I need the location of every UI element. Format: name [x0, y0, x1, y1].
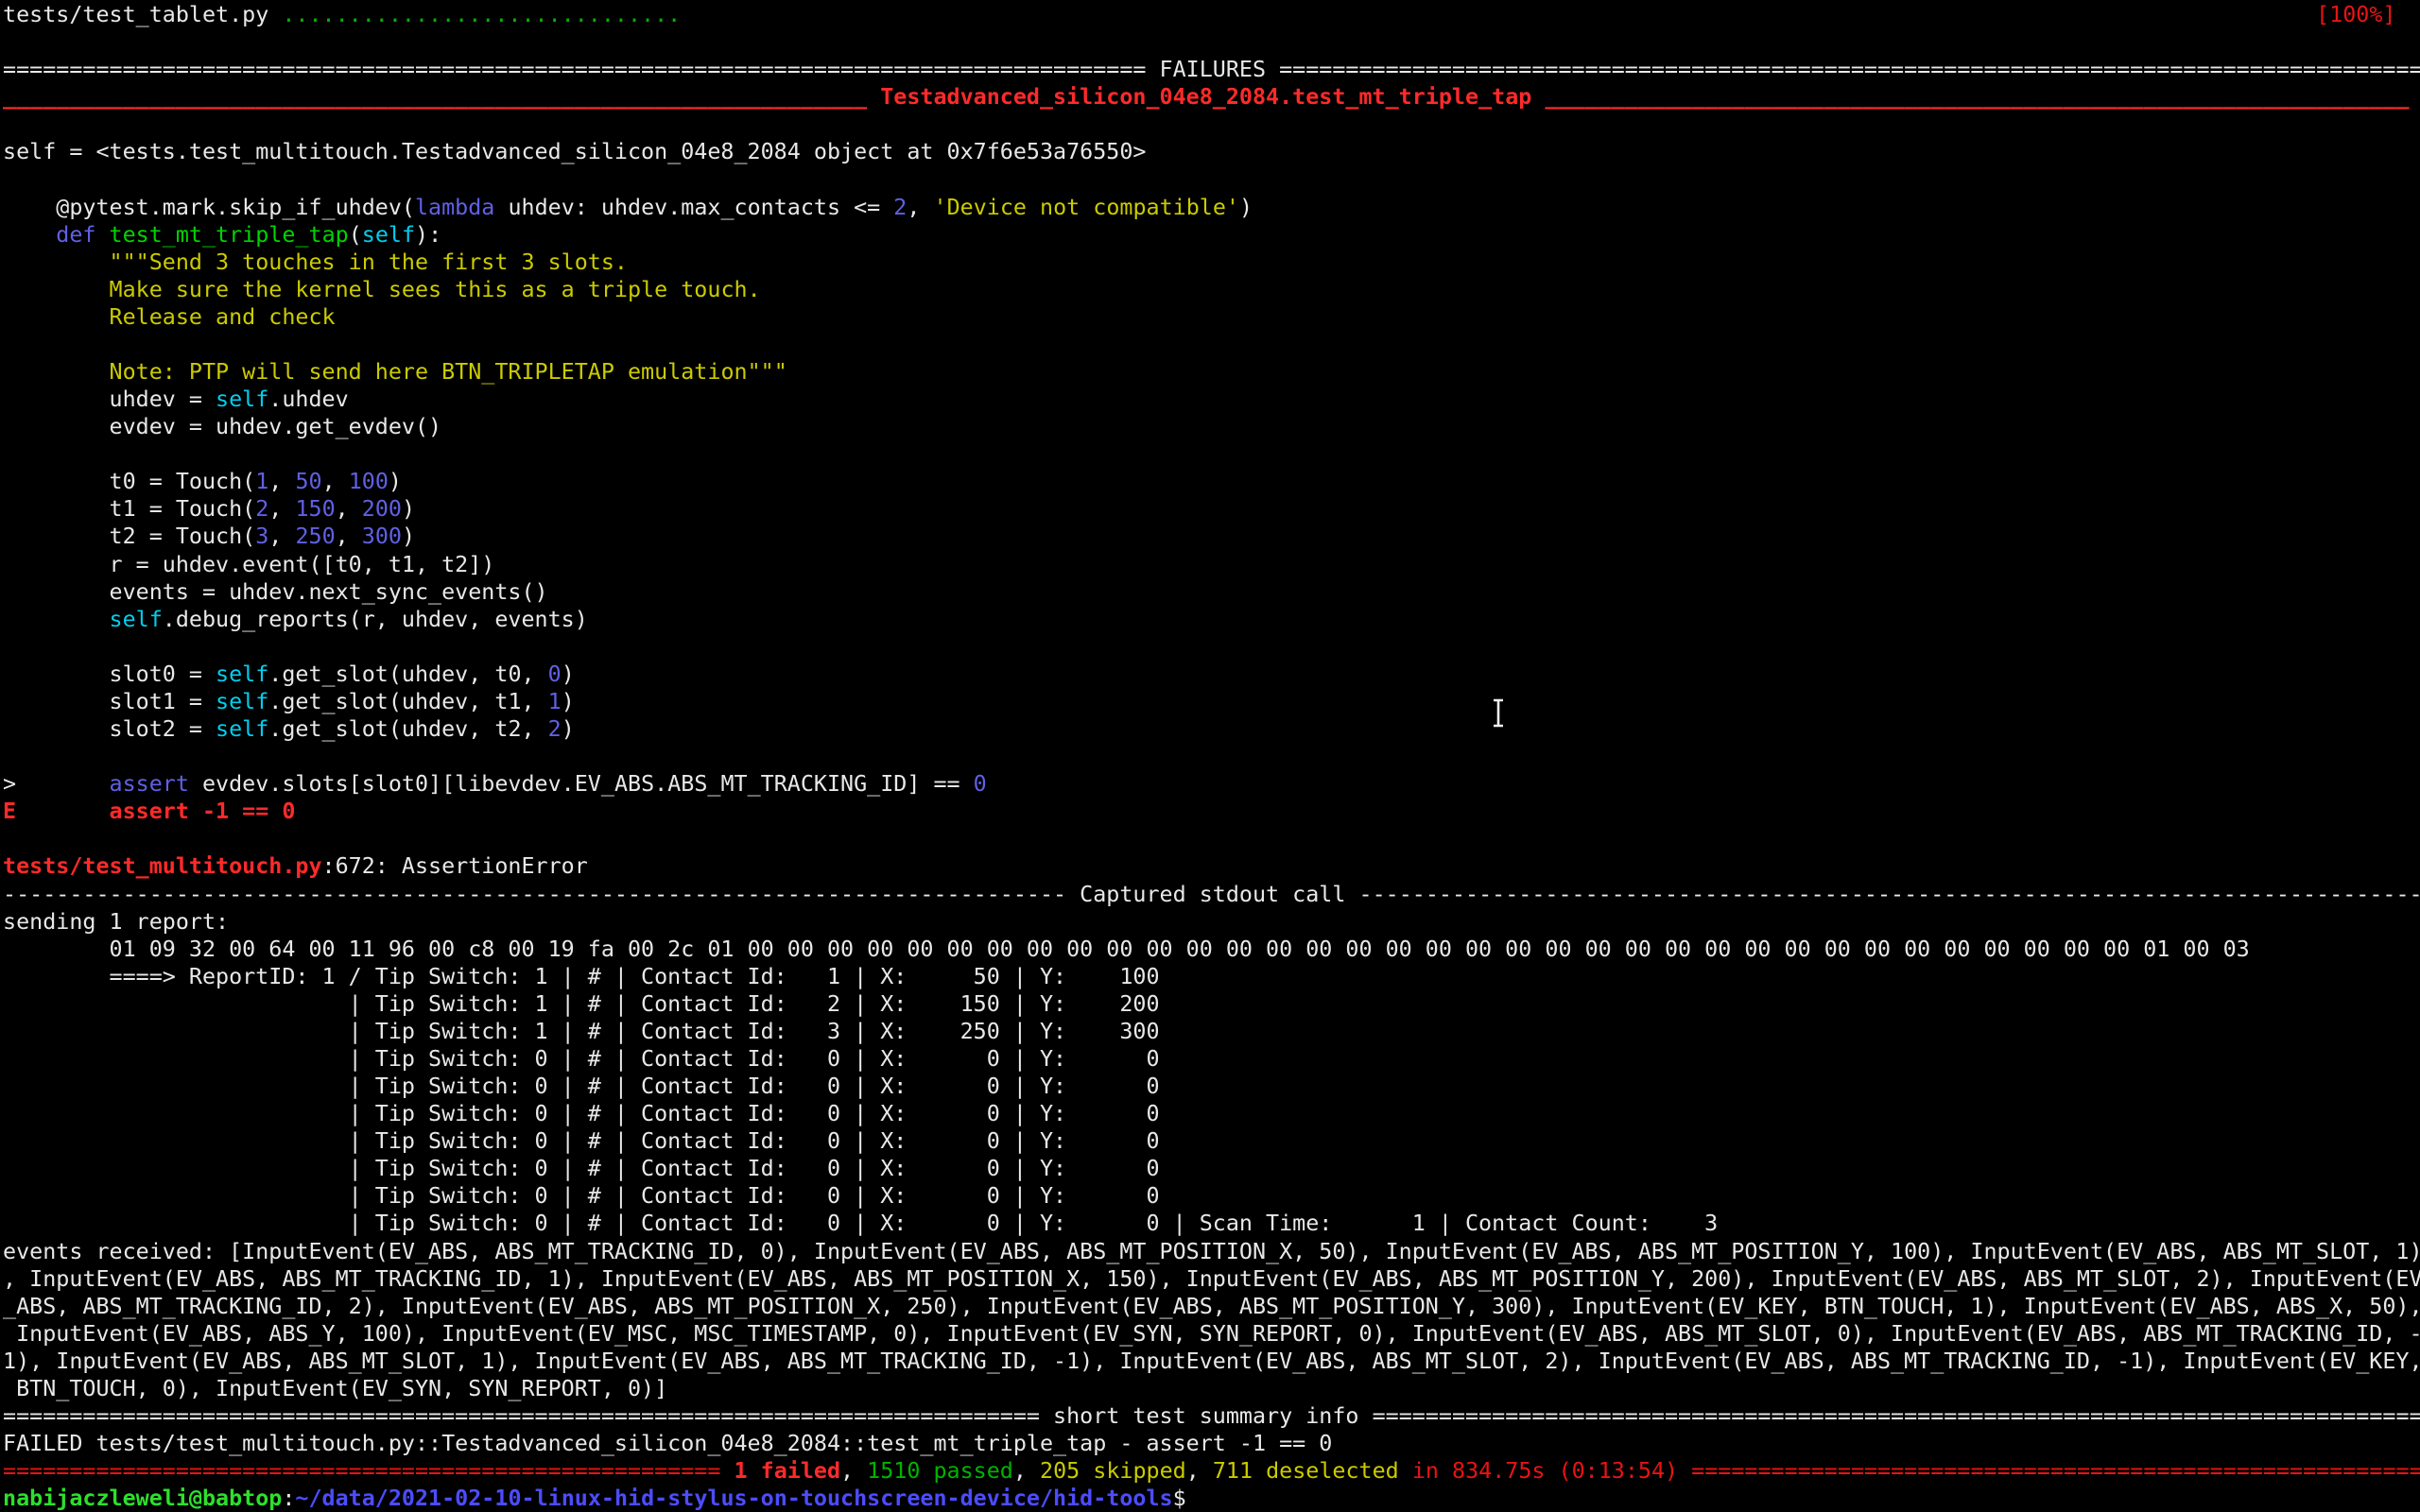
terminal-line: | Tip Switch: 0 | # | Contact Id: 0 | X:…: [3, 1127, 2420, 1155]
terminal-line: | Tip Switch: 0 | # | Contact Id: 0 | X:…: [3, 1073, 2420, 1100]
terminal-line: Note: PTP will send here BTN_TRIPLETAP e…: [3, 358, 2420, 386]
terminal-line: ========================================…: [3, 1457, 2420, 1485]
terminal-line: @pytest.mark.skip_if_uhdev(lambda uhdev:…: [3, 194, 2420, 221]
terminal-line: FAILED tests/test_multitouch.py::Testadv…: [3, 1430, 2420, 1457]
terminal-line: > assert evdev.slots[slot0][libevdev.EV_…: [3, 770, 2420, 798]
terminal-line: [3, 633, 2420, 661]
terminal-line: 01 09 32 00 64 00 11 96 00 c8 00 19 fa 0…: [3, 936, 2420, 963]
terminal-line: events = uhdev.next_sync_events(): [3, 578, 2420, 606]
terminal-line: | Tip Switch: 0 | # | Contact Id: 0 | X:…: [3, 1155, 2420, 1182]
terminal-line: r = uhdev.event([t0, t1, t2]): [3, 551, 2420, 578]
terminal-line: | Tip Switch: 0 | # | Contact Id: 0 | X:…: [3, 1045, 2420, 1073]
terminal-line: BTN_TOUCH, 0), InputEvent(EV_SYN, SYN_RE…: [3, 1375, 2420, 1402]
terminal-line: , InputEvent(EV_ABS, ABS_MT_TRACKING_ID,…: [3, 1265, 2420, 1293]
terminal-line: slot2 = self.get_slot(uhdev, t2, 2): [3, 715, 2420, 743]
terminal-line: | Tip Switch: 1 | # | Contact Id: 3 | X:…: [3, 1018, 2420, 1045]
terminal-line: | Tip Switch: 0 | # | Contact Id: 0 | X:…: [3, 1100, 2420, 1127]
terminal-line: events received: [InputEvent(EV_ABS, ABS…: [3, 1238, 2420, 1265]
terminal-line: ========================================…: [3, 56, 2420, 83]
terminal-line: [3, 111, 2420, 138]
terminal-line: [3, 165, 2420, 193]
terminal-line: [3, 440, 2420, 468]
terminal-line: | Tip Switch: 0 | # | Contact Id: 0 | X:…: [3, 1182, 2420, 1210]
terminal-line: ====> ReportID: 1 / Tip Switch: 1 | # | …: [3, 963, 2420, 990]
terminal-line: Make sure the kernel sees this as a trip…: [3, 276, 2420, 303]
ibeam-text-cursor-icon: [1490, 698, 1507, 728]
terminal-line: slot1 = self.get_slot(uhdev, t1, 1): [3, 688, 2420, 715]
terminal-line: tests/test_multitouch.py:672: AssertionE…: [3, 852, 2420, 880]
terminal-line: self.debug_reports(r, uhdev, events): [3, 606, 2420, 633]
terminal-line: nabijaczleweli@babtop:~/data/2021-02-10-…: [3, 1485, 2420, 1512]
terminal-line: InputEvent(EV_ABS, ABS_Y, 100), InputEve…: [3, 1320, 2420, 1348]
terminal-line: [3, 743, 2420, 770]
terminal-line: ----------------------------------------…: [3, 881, 2420, 908]
terminal-line: ========================================…: [3, 1402, 2420, 1430]
terminal-line: slot0 = self.get_slot(uhdev, t0, 0): [3, 661, 2420, 688]
terminal-line: [3, 825, 2420, 852]
terminal-line: evdev = uhdev.get_evdev(): [3, 413, 2420, 440]
terminal-line: uhdev = self.uhdev: [3, 386, 2420, 413]
terminal-line: t2 = Touch(3, 250, 300): [3, 523, 2420, 550]
terminal-line: t0 = Touch(1, 50, 100): [3, 468, 2420, 495]
terminal-screen[interactable]: tests/test_tablet.py ...................…: [0, 0, 2420, 1512]
terminal-line: self = <tests.test_multitouch.Testadvanc…: [3, 138, 2420, 165]
terminal-line: _ABS, ABS_MT_TRACKING_ID, 2), InputEvent…: [3, 1293, 2420, 1320]
terminal-line: Release and check: [3, 303, 2420, 331]
terminal-line: tests/test_tablet.py ...................…: [3, 1, 2420, 28]
terminal-line: [3, 331, 2420, 358]
terminal-line: ________________________________________…: [3, 83, 2420, 111]
terminal-line: | Tip Switch: 0 | # | Contact Id: 0 | X:…: [3, 1210, 2420, 1237]
terminal-line: 1), InputEvent(EV_ABS, ABS_MT_SLOT, 1), …: [3, 1348, 2420, 1375]
terminal-line: [3, 28, 2420, 56]
terminal-line: def test_mt_triple_tap(self):: [3, 221, 2420, 249]
terminal-line: """Send 3 touches in the first 3 slots.: [3, 249, 2420, 276]
terminal-line: E assert -1 == 0: [3, 798, 2420, 825]
terminal-output: tests/test_tablet.py ...................…: [0, 0, 2420, 1512]
terminal-line: t1 = Touch(2, 150, 200): [3, 495, 2420, 523]
terminal-line: | Tip Switch: 1 | # | Contact Id: 2 | X:…: [3, 990, 2420, 1018]
terminal-line: sending 1 report:: [3, 908, 2420, 936]
